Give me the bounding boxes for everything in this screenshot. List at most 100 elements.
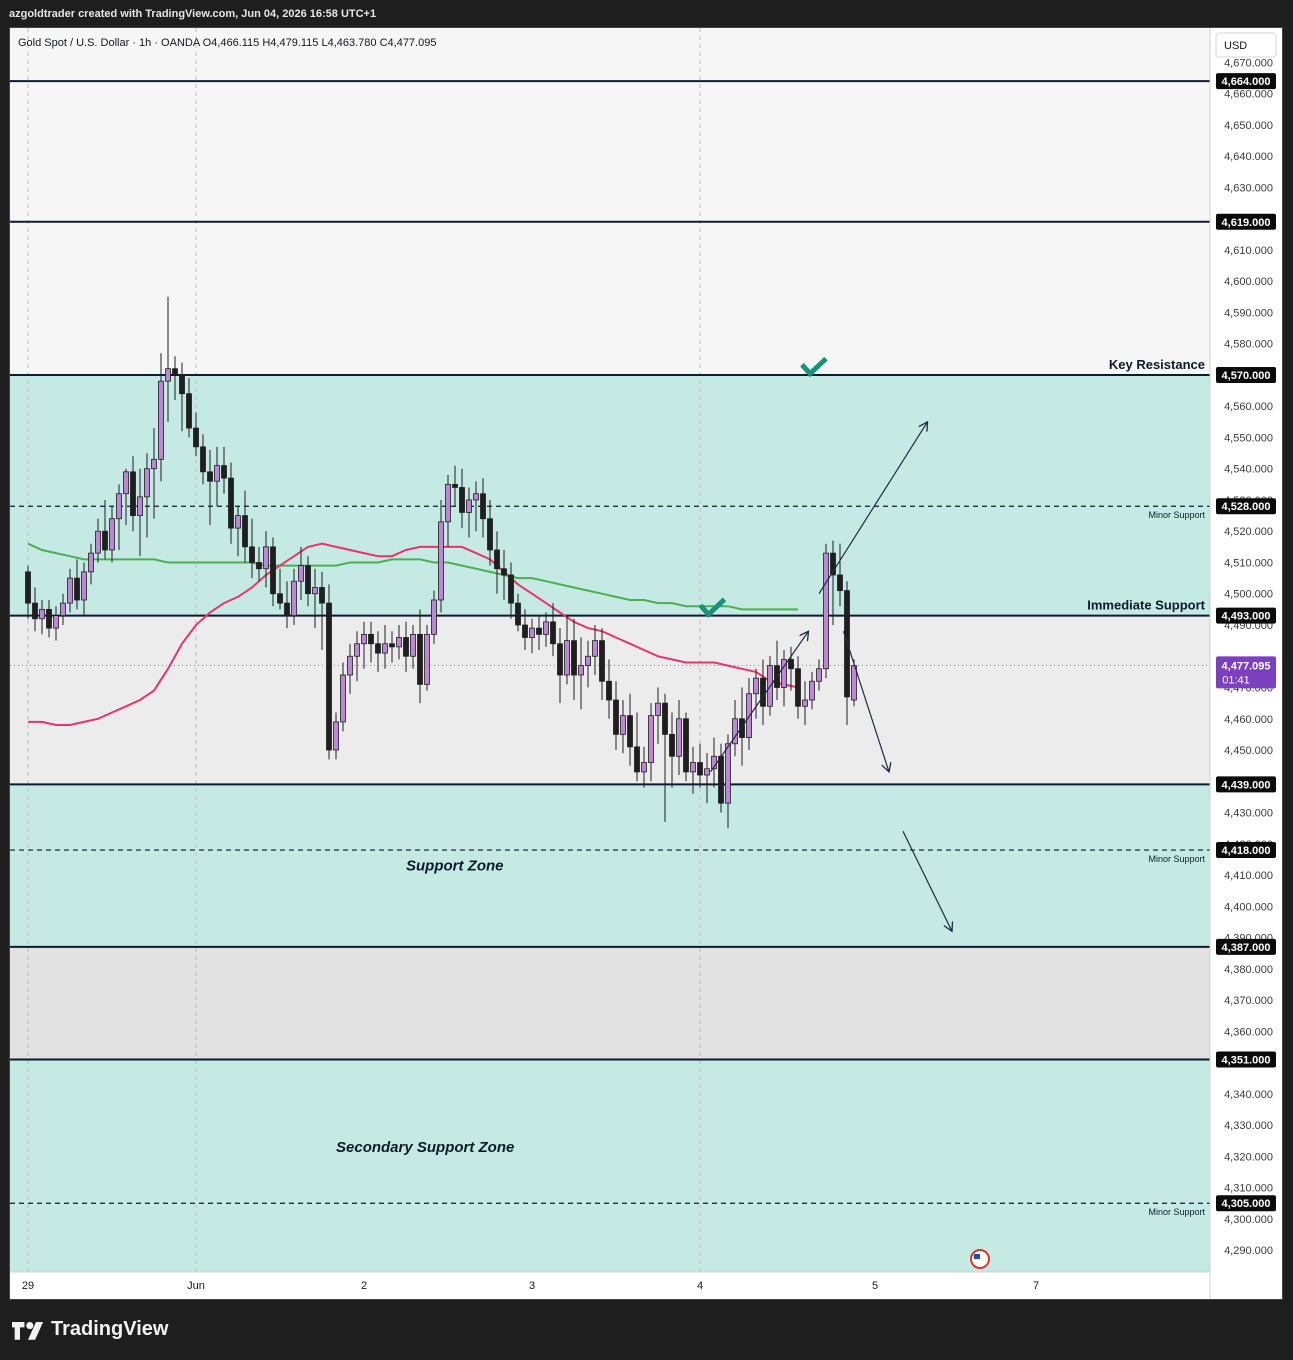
candle-body-100 [725,743,731,804]
candle-body-64 [473,493,479,501]
level-tag-text-0: 4,664.000 [1222,76,1271,88]
candle-body-34 [263,546,269,570]
x-tick-label-4: 4 [697,1280,703,1292]
candle-body-67 [494,549,500,570]
candle-body-89 [648,715,654,763]
y-tick-label-1: 4,300.000 [1224,1214,1273,1226]
candle-body-10 [95,530,101,554]
level-tag-text-2: 4,570.000 [1222,370,1271,382]
y-tick-label-18: 4,550.000 [1224,432,1273,444]
candle-body-17 [144,468,150,498]
candle-body-43 [326,602,332,751]
candle-body-85 [620,715,626,735]
candle-body-49 [368,633,374,645]
y-tick-label-2: 4,310.000 [1224,1183,1273,1195]
level-name-3: Minor Support [1148,510,1205,520]
y-tick-label-11: 4,430.000 [1224,808,1273,820]
candle-body-114 [823,552,829,670]
brand-name: TradingView [51,1318,169,1340]
level-tag-text-4: 4,493.000 [1222,611,1271,623]
candle-body-37 [284,602,290,617]
candle-body-44 [333,721,339,751]
candle-body-33 [256,562,262,570]
candle-body-27 [214,465,220,482]
candle-body-78 [571,640,577,676]
candle-body-59 [438,521,444,601]
y-tick-label-0: 4,290.000 [1224,1245,1273,1257]
top-bar: azgoldtrader created with TradingView.co… [0,0,1293,28]
tradingview-brand: TradingView [12,1318,168,1341]
x-tick-label-6: 7 [1033,1280,1039,1292]
candle-body-38 [291,580,297,617]
level-tag-text-8: 4,351.000 [1222,1054,1271,1066]
y-tick-label-23: 4,610.000 [1224,245,1273,257]
candle-body-96 [697,762,703,776]
y-tick-label-12: 4,450.000 [1224,745,1273,757]
candle-body-48 [361,633,367,645]
candle-body-92 [669,733,675,757]
chart-credit: azgoldtrader created with TradingView.co… [9,8,377,20]
zone-5 [10,946,1210,1060]
y-tick-label-4: 4,330.000 [1224,1120,1273,1132]
candle-body-91 [662,702,668,735]
candle-body-12 [109,518,115,551]
candle-body-97 [704,768,710,776]
y-tick-label-13: 4,460.000 [1224,714,1273,726]
chart-legend: Gold Spot / U.S. Dollar · 1h · OANDA O4,… [18,37,436,49]
candle-body-65 [480,493,486,520]
candle-body-84 [613,699,619,735]
candle-body-82 [599,640,605,682]
candle-body-86 [627,715,633,748]
y-tick-label-24: 4,630.000 [1224,182,1273,194]
candle-body-63 [466,499,472,513]
candle-body-3 [46,608,52,629]
candle-body-30 [235,515,241,529]
candle-body-57 [424,633,430,685]
candle-body-40 [305,565,311,595]
candle-body-80 [585,655,591,667]
candle-body-55 [410,633,416,657]
level-tag-text-7: 4,387.000 [1222,942,1271,954]
candle-body-83 [606,680,612,701]
x-tick-label-5: 5 [872,1280,878,1292]
candle-body-41 [312,587,318,595]
chart-frame[interactable]: Key Resistance Minor Support Immediate Sup… [9,27,1283,1300]
candle-body-16 [137,496,143,516]
candle-body-1 [32,602,38,620]
candle-body-105 [760,677,766,707]
zone-3 [10,28,1210,375]
candle-body-71 [522,624,528,638]
y-tick-label-19: 4,560.000 [1224,401,1273,413]
candle-body-46 [347,655,353,676]
candle-body-4 [53,615,59,629]
us-flag-canton [974,1254,980,1259]
candle-body-109 [788,658,794,670]
y-tick-label-8: 4,380.000 [1224,964,1273,976]
y-tick-label-14: 4,500.000 [1224,589,1273,601]
candle-body-113 [816,668,822,682]
candle-body-21 [172,368,178,376]
y-tick-label-27: 4,660.000 [1224,89,1273,101]
candle-body-9 [88,552,94,573]
candle-body-116 [837,574,843,592]
candle-body-13 [116,493,122,520]
candle-body-69 [508,574,514,604]
candle-body-29 [228,477,234,529]
y-tick-label-6: 4,360.000 [1224,1026,1273,1038]
y-tick-label-26: 4,650.000 [1224,120,1273,132]
candle-body-95 [690,762,696,773]
y-tick-label-20: 4,580.000 [1224,339,1273,351]
y-tick-label-16: 4,520.000 [1224,526,1273,538]
candle-body-79 [578,665,584,676]
candle-body-45 [340,674,346,723]
candle-body-8 [81,571,87,601]
candle-body-14 [123,471,129,495]
price-chart[interactable]: Key Resistance Minor Support Immediate Sup… [10,28,1282,1299]
y-tick-label-33: 4,670.000 [1224,57,1273,69]
candle-body-31 [242,515,248,548]
level-name-4: Immediate Support [1087,598,1205,613]
level-tag-text-9: 4,305.000 [1222,1198,1271,1210]
zone-label-1: Secondary Support Zone [336,1139,514,1156]
candle-body-20 [165,368,171,382]
candle-body-11 [102,530,108,551]
